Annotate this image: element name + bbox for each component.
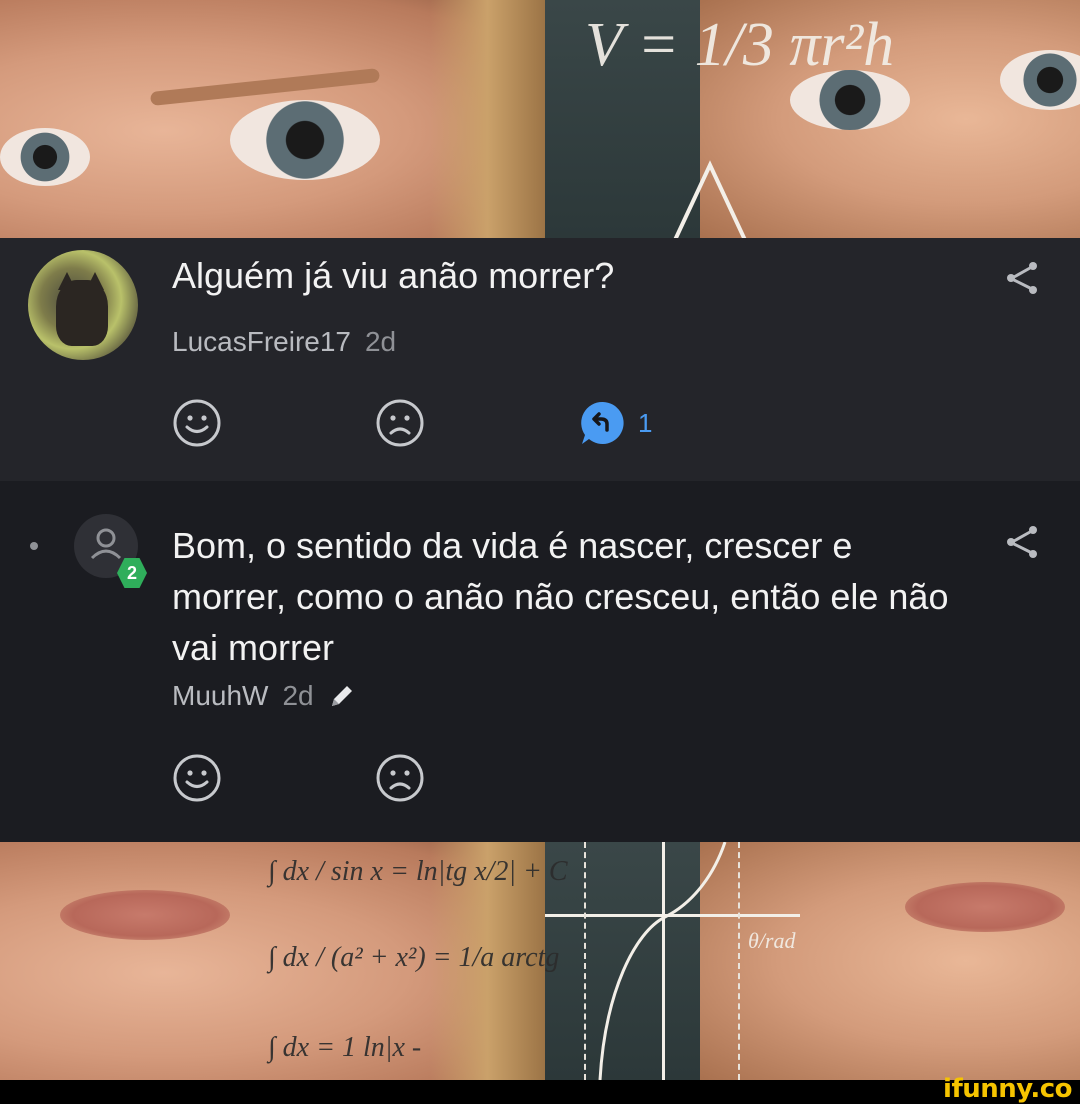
lips (60, 890, 230, 940)
reply-count-button[interactable]: 1 (578, 398, 652, 448)
eye (230, 100, 380, 180)
post-time: 2d (364, 326, 397, 357)
post-author[interactable]: LucasFreire17 (172, 326, 351, 357)
share-icon[interactable] (1002, 522, 1042, 562)
eye (0, 128, 90, 186)
reply-meta: MuuhW 2d (172, 680, 358, 712)
thread-bullet (30, 542, 38, 550)
reply-count: 1 (638, 407, 653, 438)
face-right (700, 842, 1080, 1080)
formula-3: ∫ dx = 1 ln|x - (268, 1032, 422, 1063)
smile-icon[interactable] (172, 753, 222, 803)
footer-bar (0, 1080, 1080, 1100)
post-title: Alguém já viu anão morrer? (172, 255, 615, 296)
meme-image-bottom: ∫ dx / sin x = ln|tg x/2| + C ∫ dx / (a²… (0, 842, 1080, 1080)
pencil-icon (331, 686, 352, 706)
post-meta: LucasFreire17 2d (172, 326, 396, 358)
lips (905, 882, 1065, 932)
reply-author[interactable]: MuuhW (172, 680, 268, 712)
triangle-shape (673, 160, 747, 238)
sad-icon[interactable] (375, 398, 425, 448)
avatar[interactable] (28, 250, 138, 360)
formula-2: ∫ dx / (a² + x²) = 1/a arctg (268, 942, 560, 973)
reply-icon (581, 401, 624, 444)
reply-text: Bom, o sentido da vida é nascer, crescer… (172, 525, 949, 668)
formula-volume: V = 1/3 πr²h (585, 11, 895, 79)
cat-body (56, 280, 108, 346)
graph-curve (598, 842, 727, 1080)
graph-label: θ/rad (748, 928, 796, 953)
reply-time: 2d (282, 680, 314, 711)
meme-image-top: V = 1/3 πr²h (0, 0, 1080, 238)
sad-icon[interactable] (375, 753, 425, 803)
hair-left (430, 0, 545, 238)
formula-1: ∫ dx / sin x = ln|tg x/2| + C (268, 856, 568, 887)
share-icon[interactable] (1002, 258, 1042, 298)
smile-icon[interactable] (172, 398, 222, 448)
